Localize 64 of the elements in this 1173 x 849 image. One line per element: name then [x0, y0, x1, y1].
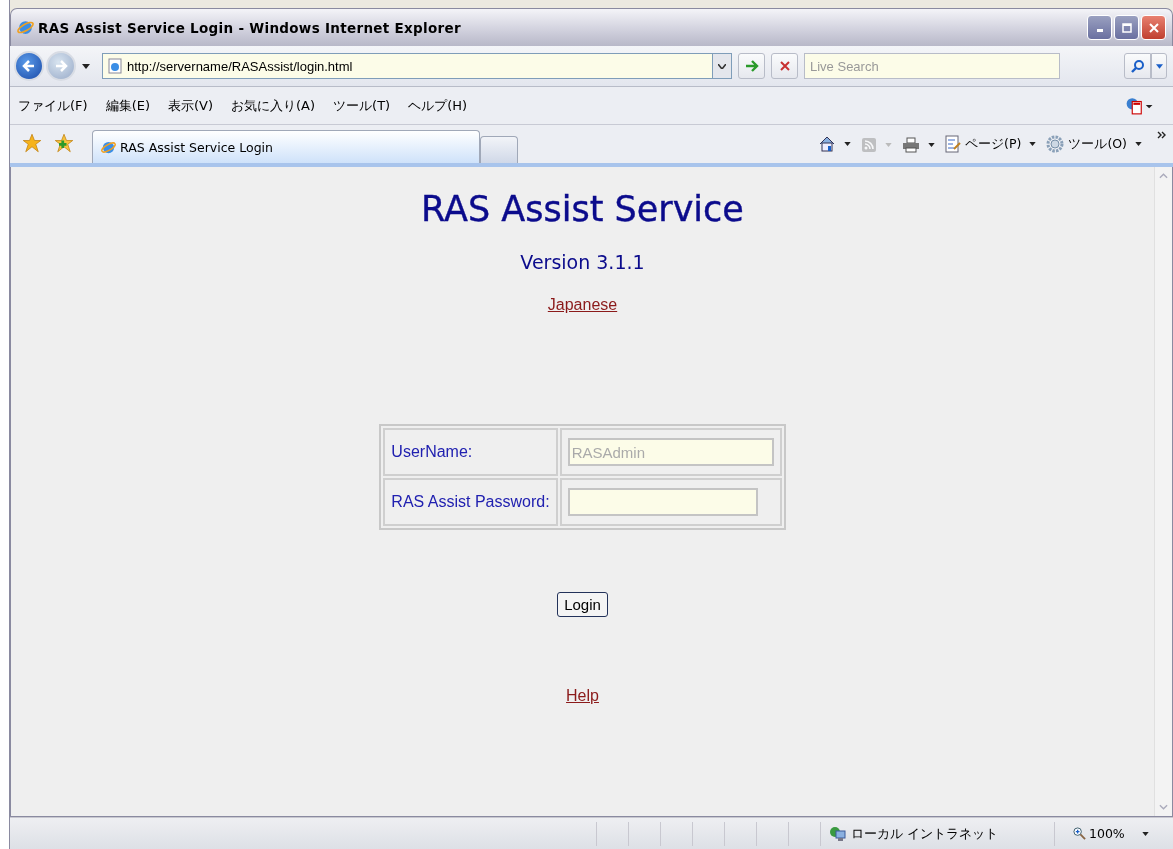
field-label: RAS Assist Password: — [383, 478, 558, 526]
search-options-button[interactable] — [1151, 53, 1167, 79]
printer-icon — [902, 137, 921, 153]
search-field[interactable]: Live Search — [804, 53, 1060, 79]
feed-icon — [861, 137, 878, 153]
gear-icon — [1046, 135, 1065, 153]
menu-item[interactable]: ヘルプ(H) — [408, 96, 468, 115]
zoom-icon — [1073, 827, 1086, 840]
close-button[interactable] — [1141, 15, 1166, 40]
go-button[interactable] — [738, 53, 765, 79]
network-icon — [829, 825, 847, 842]
x-icon — [778, 60, 791, 72]
address-field[interactable]: http://servername/RASAssist/login.html — [102, 53, 732, 79]
search-icon — [1130, 59, 1145, 73]
search-button[interactable] — [1124, 53, 1151, 79]
field-label: UserName: — [383, 428, 558, 476]
maximize-button[interactable] — [1114, 15, 1139, 40]
pdf-icon[interactable] — [1125, 96, 1153, 115]
caret-icon — [1135, 142, 1142, 146]
chevron-icon[interactable] — [1157, 131, 1167, 139]
page-icon — [108, 58, 122, 74]
menu-item[interactable]: お気に入り(A) — [231, 96, 316, 115]
menu-item[interactable]: 編集(E) — [105, 96, 150, 115]
caret-icon — [885, 143, 893, 147]
text-field[interactable] — [567, 488, 758, 516]
caret-icon — [1141, 831, 1149, 836]
page-heading: RAS Assist Service — [421, 189, 744, 229]
tools-button[interactable]: ツール(O) — [1046, 135, 1142, 153]
print-button[interactable] — [902, 137, 936, 153]
browser-logo-icon — [17, 19, 34, 36]
minimize-button[interactable] — [1087, 15, 1112, 40]
menu-item[interactable]: ファイル(F) — [18, 96, 88, 115]
caret-icon — [844, 142, 852, 146]
stop-button[interactable] — [771, 53, 798, 79]
caret-icon — [1029, 142, 1037, 146]
zoom-button[interactable]: 100% — [1055, 826, 1149, 841]
close-icon — [1148, 22, 1159, 33]
minimize-icon — [1096, 29, 1103, 32]
version-text: Version 3.1.1 — [520, 251, 645, 273]
page-icon — [945, 135, 962, 153]
arrow-right-icon — [744, 59, 759, 73]
browser-logo-icon — [101, 139, 116, 155]
menu-item[interactable]: ツール(T) — [333, 96, 391, 115]
language-link[interactable]: Japanese — [547, 296, 618, 314]
zone-text: ローカル イントラネット — [851, 824, 999, 843]
add-favorite-icon[interactable] — [54, 133, 74, 153]
caret-icon[interactable] — [82, 63, 90, 69]
browser-tab[interactable]: RAS Assist Service Login — [92, 130, 480, 163]
login-button[interactable]: Login — [557, 592, 608, 617]
arrow-right-icon — [53, 58, 69, 74]
back-button[interactable] — [14, 51, 44, 81]
help-link[interactable]: Help — [566, 687, 599, 705]
home-button[interactable] — [818, 135, 852, 153]
menu-item[interactable]: 表示(V) — [168, 96, 214, 115]
window-title: RAS Assist Service Login - Windows Internet Explorer — [38, 19, 461, 36]
house-icon — [818, 135, 837, 153]
arrow-left-icon — [21, 58, 37, 74]
maximize-icon — [1121, 22, 1132, 33]
page-button[interactable]: ページ(P) — [945, 135, 1037, 153]
caret-icon — [928, 143, 936, 147]
dropdown-button[interactable] — [712, 54, 731, 78]
star-icon[interactable] — [22, 133, 42, 153]
caret-icon — [1155, 63, 1163, 69]
chevron-down-icon — [718, 63, 726, 69]
